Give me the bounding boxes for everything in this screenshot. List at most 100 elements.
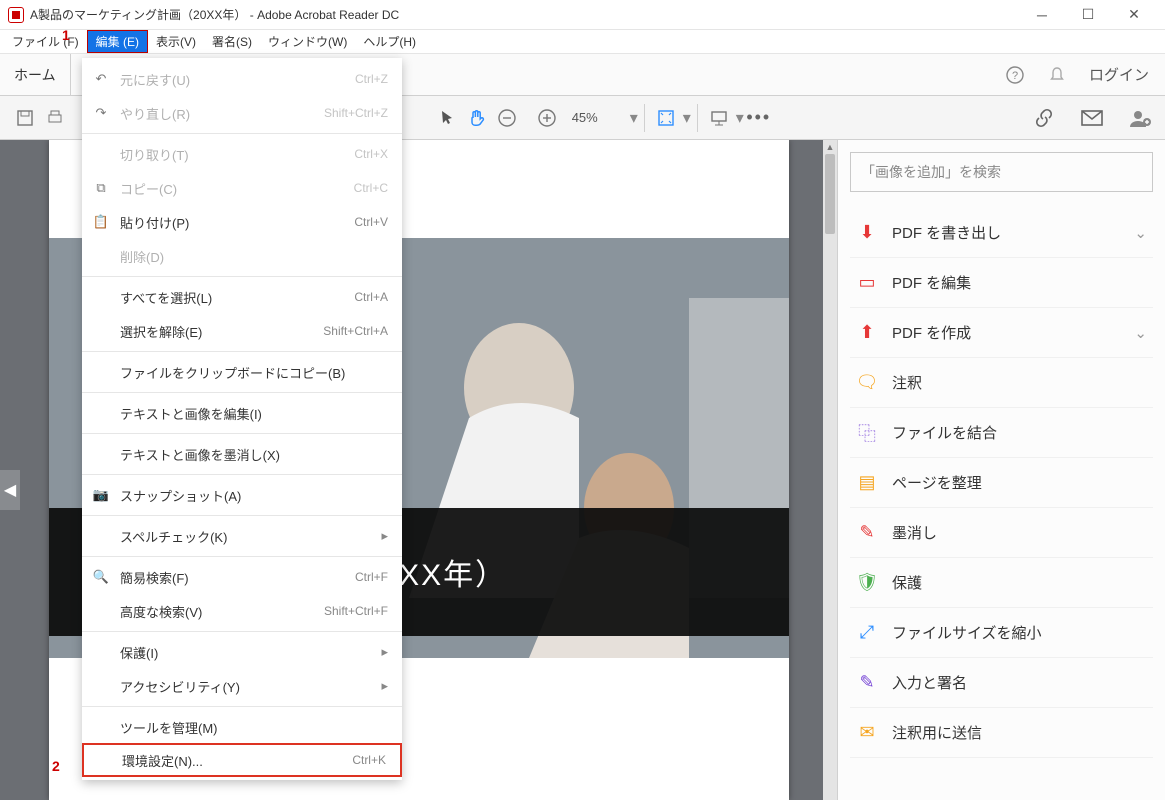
menu-item-label: コピー(C) <box>120 179 346 198</box>
sidebar-item[interactable]: 🗨 注釈 <box>850 358 1153 408</box>
sidebar-item-icon: ⤢ <box>856 622 878 644</box>
scroll-up-arrow[interactable]: ▲ <box>823 140 837 154</box>
menu-s[interactable]: 署名(S) <box>204 31 260 52</box>
zoom-in-button[interactable] <box>532 103 562 133</box>
blank-icon <box>90 245 112 267</box>
sidebar-item-icon: ✎ <box>856 672 878 694</box>
sidebar-item[interactable]: ▭PDF を編集 <box>850 258 1153 308</box>
sidebar-item[interactable]: ✎墨消し <box>850 508 1153 558</box>
menu-item[interactable]: 🔍簡易検索(F)Ctrl+F <box>82 560 402 594</box>
blank-icon <box>92 749 114 771</box>
home-tab[interactable]: ホーム <box>0 54 71 95</box>
right-sidebar: 「画像を追加」を検索 ⬇PDF を書き出し⌄▭PDF を編集⬆PDF を作成⌄🗨… <box>837 140 1165 800</box>
share-link-icon[interactable] <box>1029 103 1059 133</box>
menu-item-shortcut: Shift+Ctrl+Z <box>324 106 388 120</box>
blank-icon <box>90 641 112 663</box>
sidebar-item[interactable]: ✉ 注釈用に送信 <box>850 708 1153 758</box>
sidebar-item-label: ページを整理 <box>892 472 982 493</box>
fit-page-icon[interactable] <box>651 103 681 133</box>
sidebar-item-label: 注釈 <box>892 372 922 393</box>
maximize-button[interactable]: ☐ <box>1065 0 1111 30</box>
close-button[interactable]: ✕ <box>1111 0 1157 30</box>
menu-item-shortcut: Ctrl+C <box>354 181 388 195</box>
menu-item: 切り取り(T)Ctrl+X <box>82 137 402 171</box>
add-person-icon[interactable] <box>1125 103 1155 133</box>
cursor-icon[interactable] <box>432 103 462 133</box>
sidebar-item-icon: ✉ <box>856 722 878 744</box>
menu-item[interactable]: スペルチェック(K)▸ <box>82 519 402 553</box>
menu-separator <box>82 433 402 434</box>
sidebar-item[interactable]: ✎ 入力と署名 <box>850 658 1153 708</box>
menu-item[interactable]: 📷スナップショット(A) <box>82 478 402 512</box>
bell-icon[interactable] <box>1047 65 1067 85</box>
save-icon[interactable] <box>10 103 40 133</box>
menu-item[interactable]: 選択を解除(E) Shift+Ctrl+A <box>82 314 402 348</box>
menu-e[interactable]: 編集 (E) <box>87 30 148 53</box>
sidebar-item[interactable]: ⬇PDF を書き出し⌄ <box>850 208 1153 258</box>
zoom-out-button[interactable] <box>492 103 522 133</box>
minimize-button[interactable]: ─ <box>1019 0 1065 30</box>
zoom-dropdown-icon[interactable]: ▾ <box>630 108 638 128</box>
menu-item[interactable]: テキストと画像を墨消し(X) <box>82 437 402 471</box>
sidebar-item[interactable]: ⤢ファイルサイズを縮小 <box>850 608 1153 658</box>
sidebar-item-label: 注釈用に送信 <box>892 722 982 743</box>
menu-item-label: 切り取り(T) <box>120 145 346 164</box>
more-icon[interactable]: ••• <box>744 103 774 133</box>
menu-item-shortcut: Ctrl+A <box>354 290 388 304</box>
menu-item-label: 選択を解除(E) <box>120 322 315 341</box>
menu-item[interactable]: 環境設定(N)...Ctrl+K <box>82 743 402 777</box>
sidebar-item-icon: 🗨 <box>856 372 878 394</box>
chevron-down-icon: ⌄ <box>1134 224 1147 242</box>
callout-1: 1 <box>62 27 77 42</box>
menu-h[interactable]: ヘルプ(H) <box>355 31 424 52</box>
zoom-percentage[interactable]: 45% <box>572 110 620 125</box>
read-mode-icon[interactable] <box>704 103 734 133</box>
menu-item-label: 簡易検索(F) <box>120 568 347 587</box>
fit-dropdown-icon[interactable]: ▾ <box>683 108 691 128</box>
print-icon[interactable] <box>40 103 70 133</box>
menu-w[interactable]: ウィンドウ(W) <box>260 31 355 52</box>
menu-item[interactable]: アクセシビリティ(Y)▸ <box>82 669 402 703</box>
menu-item[interactable]: 📋貼り付け(P)Ctrl+V <box>82 205 402 239</box>
sidebar-item-icon: ⿻ <box>856 422 878 444</box>
menu-item[interactable]: テキストと画像を編集(I) <box>82 396 402 430</box>
sidebar-item-label: 保護 <box>892 572 922 593</box>
vertical-scrollbar[interactable]: ▲ <box>823 140 837 800</box>
callout-2: 2 <box>52 758 67 773</box>
sidebar-item-label: 墨消し <box>892 522 937 543</box>
sidebar-item[interactable]: ⬆PDF を作成⌄ <box>850 308 1153 358</box>
sidebar-search-input[interactable]: 「画像を追加」を検索 <box>850 152 1153 192</box>
blank-icon <box>90 600 112 622</box>
menu-item[interactable]: ファイルをクリップボードにコピー(B) <box>82 355 402 389</box>
menu-item-shortcut: Ctrl+V <box>354 215 388 229</box>
menu-item-shortcut: Ctrl+K <box>352 753 386 767</box>
menu-item-label: テキストと画像を墨消し(X) <box>120 445 380 464</box>
sidebar-item[interactable]: ⿻ファイルを結合 <box>850 408 1153 458</box>
login-link[interactable]: ログイン <box>1089 64 1149 85</box>
blank-icon <box>90 402 112 424</box>
scroll-thumb[interactable] <box>825 154 835 234</box>
menu-item[interactable]: すべてを選択(L)Ctrl+A <box>82 280 402 314</box>
submenu-arrow-icon: ▸ <box>381 528 388 544</box>
menu-separator <box>82 392 402 393</box>
menu-item[interactable]: ツールを管理(M) <box>82 710 402 744</box>
help-icon[interactable]: ? <box>1005 65 1025 85</box>
sidebar-item-label: 入力と署名 <box>892 672 967 693</box>
copy-icon: ⧉ <box>90 177 112 199</box>
read-dropdown-icon[interactable]: ▾ <box>736 108 744 128</box>
hand-icon[interactable] <box>462 103 492 133</box>
sidebar-item-icon: ⬆ <box>856 322 878 344</box>
menu-item-label: やり直し(R) <box>120 104 316 123</box>
sidebar-item[interactable]: ▤ページを整理 <box>850 458 1153 508</box>
menu-item[interactable]: 保護(I)▸ <box>82 635 402 669</box>
menu-v[interactable]: 表示(V) <box>148 31 204 52</box>
menu-item-label: スナップショット(A) <box>120 486 380 505</box>
prev-page-button[interactable]: ◀ <box>0 470 20 510</box>
menu-separator <box>82 276 402 277</box>
sidebar-item[interactable]: 🛡保護 <box>850 558 1153 608</box>
menu-item-shortcut: Shift+Ctrl+A <box>323 324 388 338</box>
menu-item[interactable]: 高度な検索(V)Shift+Ctrl+F <box>82 594 402 628</box>
menu-item-label: 削除(D) <box>120 247 380 266</box>
window-title: A製品のマーケティング計画（20XX年） - Adobe Acrobat Rea… <box>30 6 1019 23</box>
email-icon[interactable] <box>1077 103 1107 133</box>
